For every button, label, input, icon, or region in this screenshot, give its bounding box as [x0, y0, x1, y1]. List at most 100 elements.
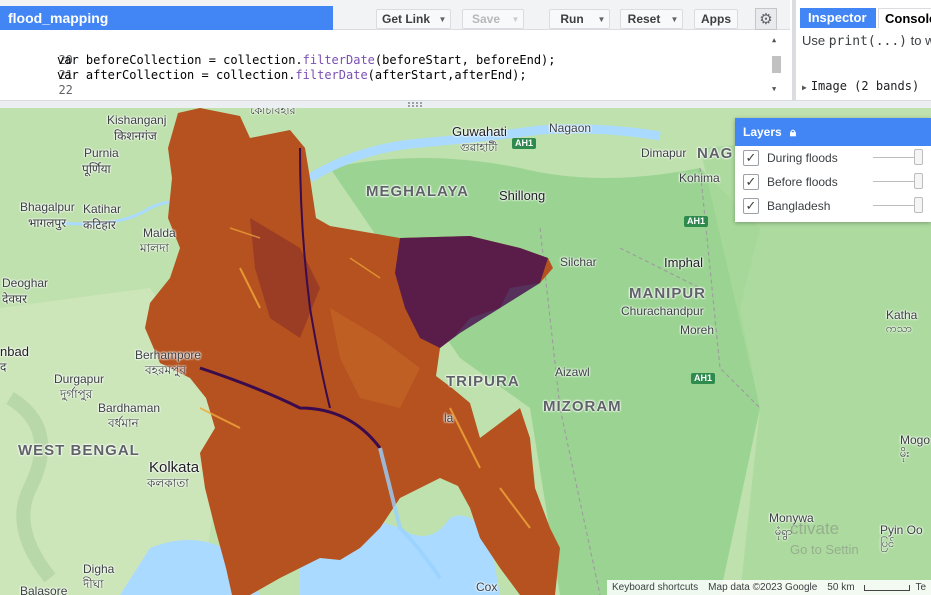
code-token: (afterStart,afterEnd);	[367, 68, 527, 82]
map-label: Digha	[83, 562, 115, 576]
run-button[interactable]: Run	[549, 9, 595, 29]
script-title-tab[interactable]: flood_mapping	[0, 6, 333, 30]
save-dropdown-icon[interactable]: ▼	[508, 9, 524, 29]
layer-checkbox[interactable]: ✓	[743, 198, 759, 214]
map-label: দুর্গাপুর	[60, 387, 93, 401]
scroll-up-icon[interactable]: ▲	[772, 36, 776, 44]
console-hint: Use print(...) to w	[802, 33, 931, 49]
code-token: filterDate	[302, 53, 375, 67]
scale-bar	[863, 584, 911, 591]
editor-scrollbar[interactable]: ▲ ▼	[768, 30, 784, 100]
code-token: var afterCollection = collection.	[57, 68, 296, 82]
map-label: Shillong	[499, 188, 546, 203]
keyboard-shortcuts-link[interactable]: Keyboard shortcuts	[607, 582, 703, 593]
map-label: Pyin Oo	[880, 523, 923, 537]
map-label: မိုး	[900, 448, 910, 460]
run-dropdown-icon[interactable]: ▼	[594, 9, 610, 29]
get-link-dropdown-icon[interactable]: ▼	[435, 9, 451, 29]
map-label: Moreh	[680, 323, 715, 337]
map-label: Mogo	[900, 433, 931, 447]
map-label: Churachandpur	[621, 304, 704, 318]
apps-button[interactable]: Apps	[694, 9, 738, 29]
slider-knob[interactable]	[914, 197, 923, 213]
map-label: Aizawl	[555, 365, 590, 379]
map-label: Silchar	[560, 255, 597, 269]
layers-header[interactable]: Layers 🔒︎	[735, 118, 931, 146]
map-label: Katha	[886, 308, 918, 322]
map-label: nbad	[0, 344, 29, 359]
panel-splitter[interactable]	[0, 100, 931, 108]
map-label: पूर्णिया	[82, 162, 111, 176]
scroll-down-icon[interactable]: ▼	[772, 85, 776, 93]
map-label: द	[0, 360, 7, 374]
hint-code: print(...)	[828, 34, 908, 49]
map-view[interactable]: কোচবিহার Kishanganj किशनगंज Purnia पूर्ण…	[0, 108, 931, 595]
highway-badge: AH1	[691, 373, 716, 384]
opacity-slider[interactable]	[873, 197, 923, 213]
console-output-text: Image (2 bands)	[810, 79, 920, 93]
map-label: Deoghar	[2, 276, 49, 290]
map-label: গুৱাহাটী	[460, 142, 498, 154]
drag-handle-icon[interactable]	[408, 102, 422, 107]
map-label: ပြင်	[880, 538, 895, 550]
tab-inspector[interactable]: Inspector	[800, 8, 876, 28]
layers-title: Layers	[743, 125, 782, 139]
code-line: 20	[0, 38, 72, 67]
map-label: Bardhaman	[98, 401, 161, 415]
scroll-thumb[interactable]	[772, 56, 781, 73]
map-label: la	[444, 411, 454, 425]
lock-icon[interactable]: 🔒︎	[790, 118, 796, 146]
activation-watermark: ctivate Go to Settin	[790, 518, 859, 560]
map-attribution: Keyboard shortcuts Map data ©2023 Google…	[607, 580, 931, 595]
layer-name: Before floods	[767, 175, 838, 189]
save-button[interactable]: Save	[462, 9, 510, 29]
opacity-slider[interactable]	[873, 173, 923, 189]
map-label: দীঘা	[83, 577, 104, 591]
hint-text: Use	[802, 33, 829, 48]
reset-dropdown-icon[interactable]: ▼	[667, 9, 683, 29]
map-label: Balasore	[20, 584, 68, 595]
get-link-button[interactable]: Get Link	[376, 9, 436, 29]
map-label: Bhagalpur	[20, 200, 75, 214]
map-label: Kolkata	[149, 459, 200, 476]
map-label: Purnia	[84, 146, 119, 160]
layer-checkbox[interactable]: ✓	[743, 150, 759, 166]
layer-name: During floods	[767, 151, 838, 165]
console-output-item[interactable]: ▶ Image (2 bands)	[802, 79, 919, 93]
code-token: var beforeCollection = collection.	[57, 53, 303, 67]
layer-row: ✓ Before floods	[735, 170, 931, 194]
code-line: 22 var afterCollection = collection.filt…	[0, 68, 760, 97]
map-label: বর্ধমান	[108, 416, 139, 430]
map-label: Nagaon	[549, 121, 592, 135]
slider-knob[interactable]	[914, 149, 923, 165]
map-label: TRIPURA	[446, 373, 520, 390]
map-label: देवघर	[2, 292, 28, 306]
gear-icon[interactable]: ⚙	[755, 8, 777, 30]
terms-link[interactable]: Te	[910, 582, 931, 593]
layer-name: Bangladesh	[767, 199, 831, 213]
editor-toolbar: flood_mapping Get Link ▼ Save ▼ Run ▼ Re…	[0, 0, 790, 30]
code-text: var beforeCollection = collection.filter…	[57, 53, 556, 68]
map-label: Berhampore	[135, 348, 202, 362]
code-editor[interactable]: 20 21 var beforeCollection = collection.…	[0, 30, 790, 112]
expand-triangle-icon[interactable]: ▶	[802, 83, 807, 92]
layer-checkbox[interactable]: ✓	[743, 174, 759, 190]
map-label: MIZORAM	[543, 398, 622, 415]
code-token: (beforeStart, beforeEnd);	[374, 53, 556, 67]
opacity-slider[interactable]	[873, 149, 923, 165]
slider-knob[interactable]	[914, 173, 923, 189]
map-label: Durgapur	[54, 372, 105, 386]
map-label: MANIPUR	[629, 285, 706, 302]
code-line: 23	[0, 83, 72, 112]
layer-row: ✓ Bangladesh	[735, 194, 931, 218]
scale-label[interactable]: 50 km	[822, 582, 859, 593]
map-label: কোচবিহার	[250, 108, 296, 117]
map-label: মালদা	[140, 241, 169, 255]
highway-badge: AH1	[684, 216, 709, 227]
map-label: ကသာ	[886, 323, 912, 335]
tab-console[interactable]: Console	[878, 8, 931, 28]
hint-text: to w	[910, 33, 931, 48]
reset-button[interactable]: Reset	[620, 9, 668, 29]
map-data-text[interactable]: Map data ©2023 Google	[703, 582, 822, 593]
layers-panel: Layers 🔒︎ ✓ During floods ✓ Before flood…	[735, 118, 931, 222]
